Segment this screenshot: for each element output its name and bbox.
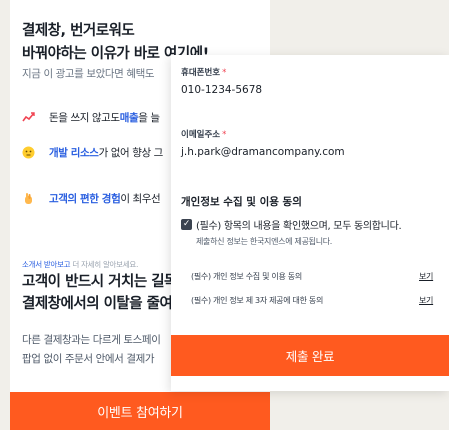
- policy-label: (필수) 개인 정보 수집 및 이용 동의: [191, 272, 302, 281]
- phone-field[interactable]: 010-1234-5678: [181, 84, 262, 96]
- kicker-muted: 더 자세히 알아보세요.: [70, 260, 139, 269]
- feature-text: 돈을 쓰지 않고도: [49, 112, 120, 124]
- feature-item-ux: 고객의 편한 경험 이 최우선: [22, 191, 161, 206]
- agree-all-checkbox-row[interactable]: ✓ (필수) 항목의 내용을 확인했으며, 모두 동의합니다.: [181, 217, 402, 232]
- hand-icon: [22, 192, 35, 205]
- feature-item-dev: 개발 리소스 가 없어 향상 그: [22, 145, 163, 160]
- feature-item-sales: 돈을 쓰지 않고도 매출 을 늘: [22, 110, 160, 125]
- agree-note: 제출하신 정보는 한국지엔스에 제공됩니다.: [196, 237, 333, 246]
- chart-icon: [22, 111, 35, 124]
- policy-row-third-party: (필수) 개인 정보 제 3자 제공에 대한 동의 보기: [191, 295, 441, 306]
- required-mark: *: [222, 130, 227, 140]
- landing-subtitle: 지금 이 광고를 보았다면 혜택도: [22, 68, 155, 80]
- email-field[interactable]: j.h.park@dramancompany.com: [181, 146, 345, 158]
- section-body-line-1: 다른 결제창과는 다르게 토스페이: [22, 334, 161, 346]
- section-body: 다른 결제창과는 다르게 토스페이 팝업 없이 주문서 안에서 결제가: [22, 331, 161, 369]
- policy-label: (필수) 개인 정보 제 3자 제공에 대한 동의: [191, 296, 324, 305]
- event-join-button[interactable]: 이벤트 참여하기: [10, 392, 270, 430]
- section-kicker: 소개서 받아보고 더 자세히 알아보세요.: [22, 259, 138, 270]
- emoji-icon: [22, 146, 35, 159]
- section-title: 고객이 반드시 거치는 길목 결제창에서의 이탈을 줄여: [22, 271, 177, 315]
- view-policy-link[interactable]: 보기: [419, 295, 433, 306]
- feature-text-tail: 이 최우선: [120, 193, 161, 205]
- feature-text-tail: 을 늘: [138, 112, 160, 124]
- checkbox-checked-icon[interactable]: ✓: [181, 219, 192, 230]
- feature-text-tail: 가 없어 향상 그: [98, 147, 164, 159]
- email-label: 이메일주소 *: [181, 128, 226, 140]
- phone-label: 휴대폰번호 *: [181, 66, 226, 78]
- phone-label-text: 휴대폰번호: [181, 68, 221, 78]
- policy-row-collection: (필수) 개인 정보 수집 및 이용 동의 보기: [191, 271, 441, 282]
- email-label-text: 이메일주소: [181, 130, 221, 140]
- submit-button[interactable]: 제출 완료: [171, 335, 449, 376]
- agree-all-label: (필수) 항목의 내용을 확인했으며, 모두 동의합니다.: [196, 221, 402, 232]
- section-title-line-2: 결제창에서의 이탈을 줄여: [22, 296, 173, 312]
- kicker-strong: 소개서 받아보고: [22, 260, 71, 269]
- required-mark: *: [222, 68, 227, 78]
- section-body-line-2: 팝업 없이 주문서 안에서 결제가: [22, 353, 155, 365]
- privacy-consent-title: 개인정보 수집 및 이용 동의: [181, 196, 302, 208]
- view-policy-link[interactable]: 보기: [419, 271, 433, 282]
- signup-form-modal: 휴대폰번호 * 010-1234-5678 이메일주소 * j.h.park@dra…: [171, 55, 449, 391]
- feature-highlight: 매출: [119, 112, 139, 124]
- feature-highlight: 고객의 편한 경험: [49, 193, 121, 205]
- feature-highlight: 개발 리소스: [49, 147, 99, 159]
- headline-line-1: 결제창, 번거로워도: [22, 23, 135, 39]
- section-title-line-1: 고객이 반드시 거치는 길목: [22, 274, 177, 290]
